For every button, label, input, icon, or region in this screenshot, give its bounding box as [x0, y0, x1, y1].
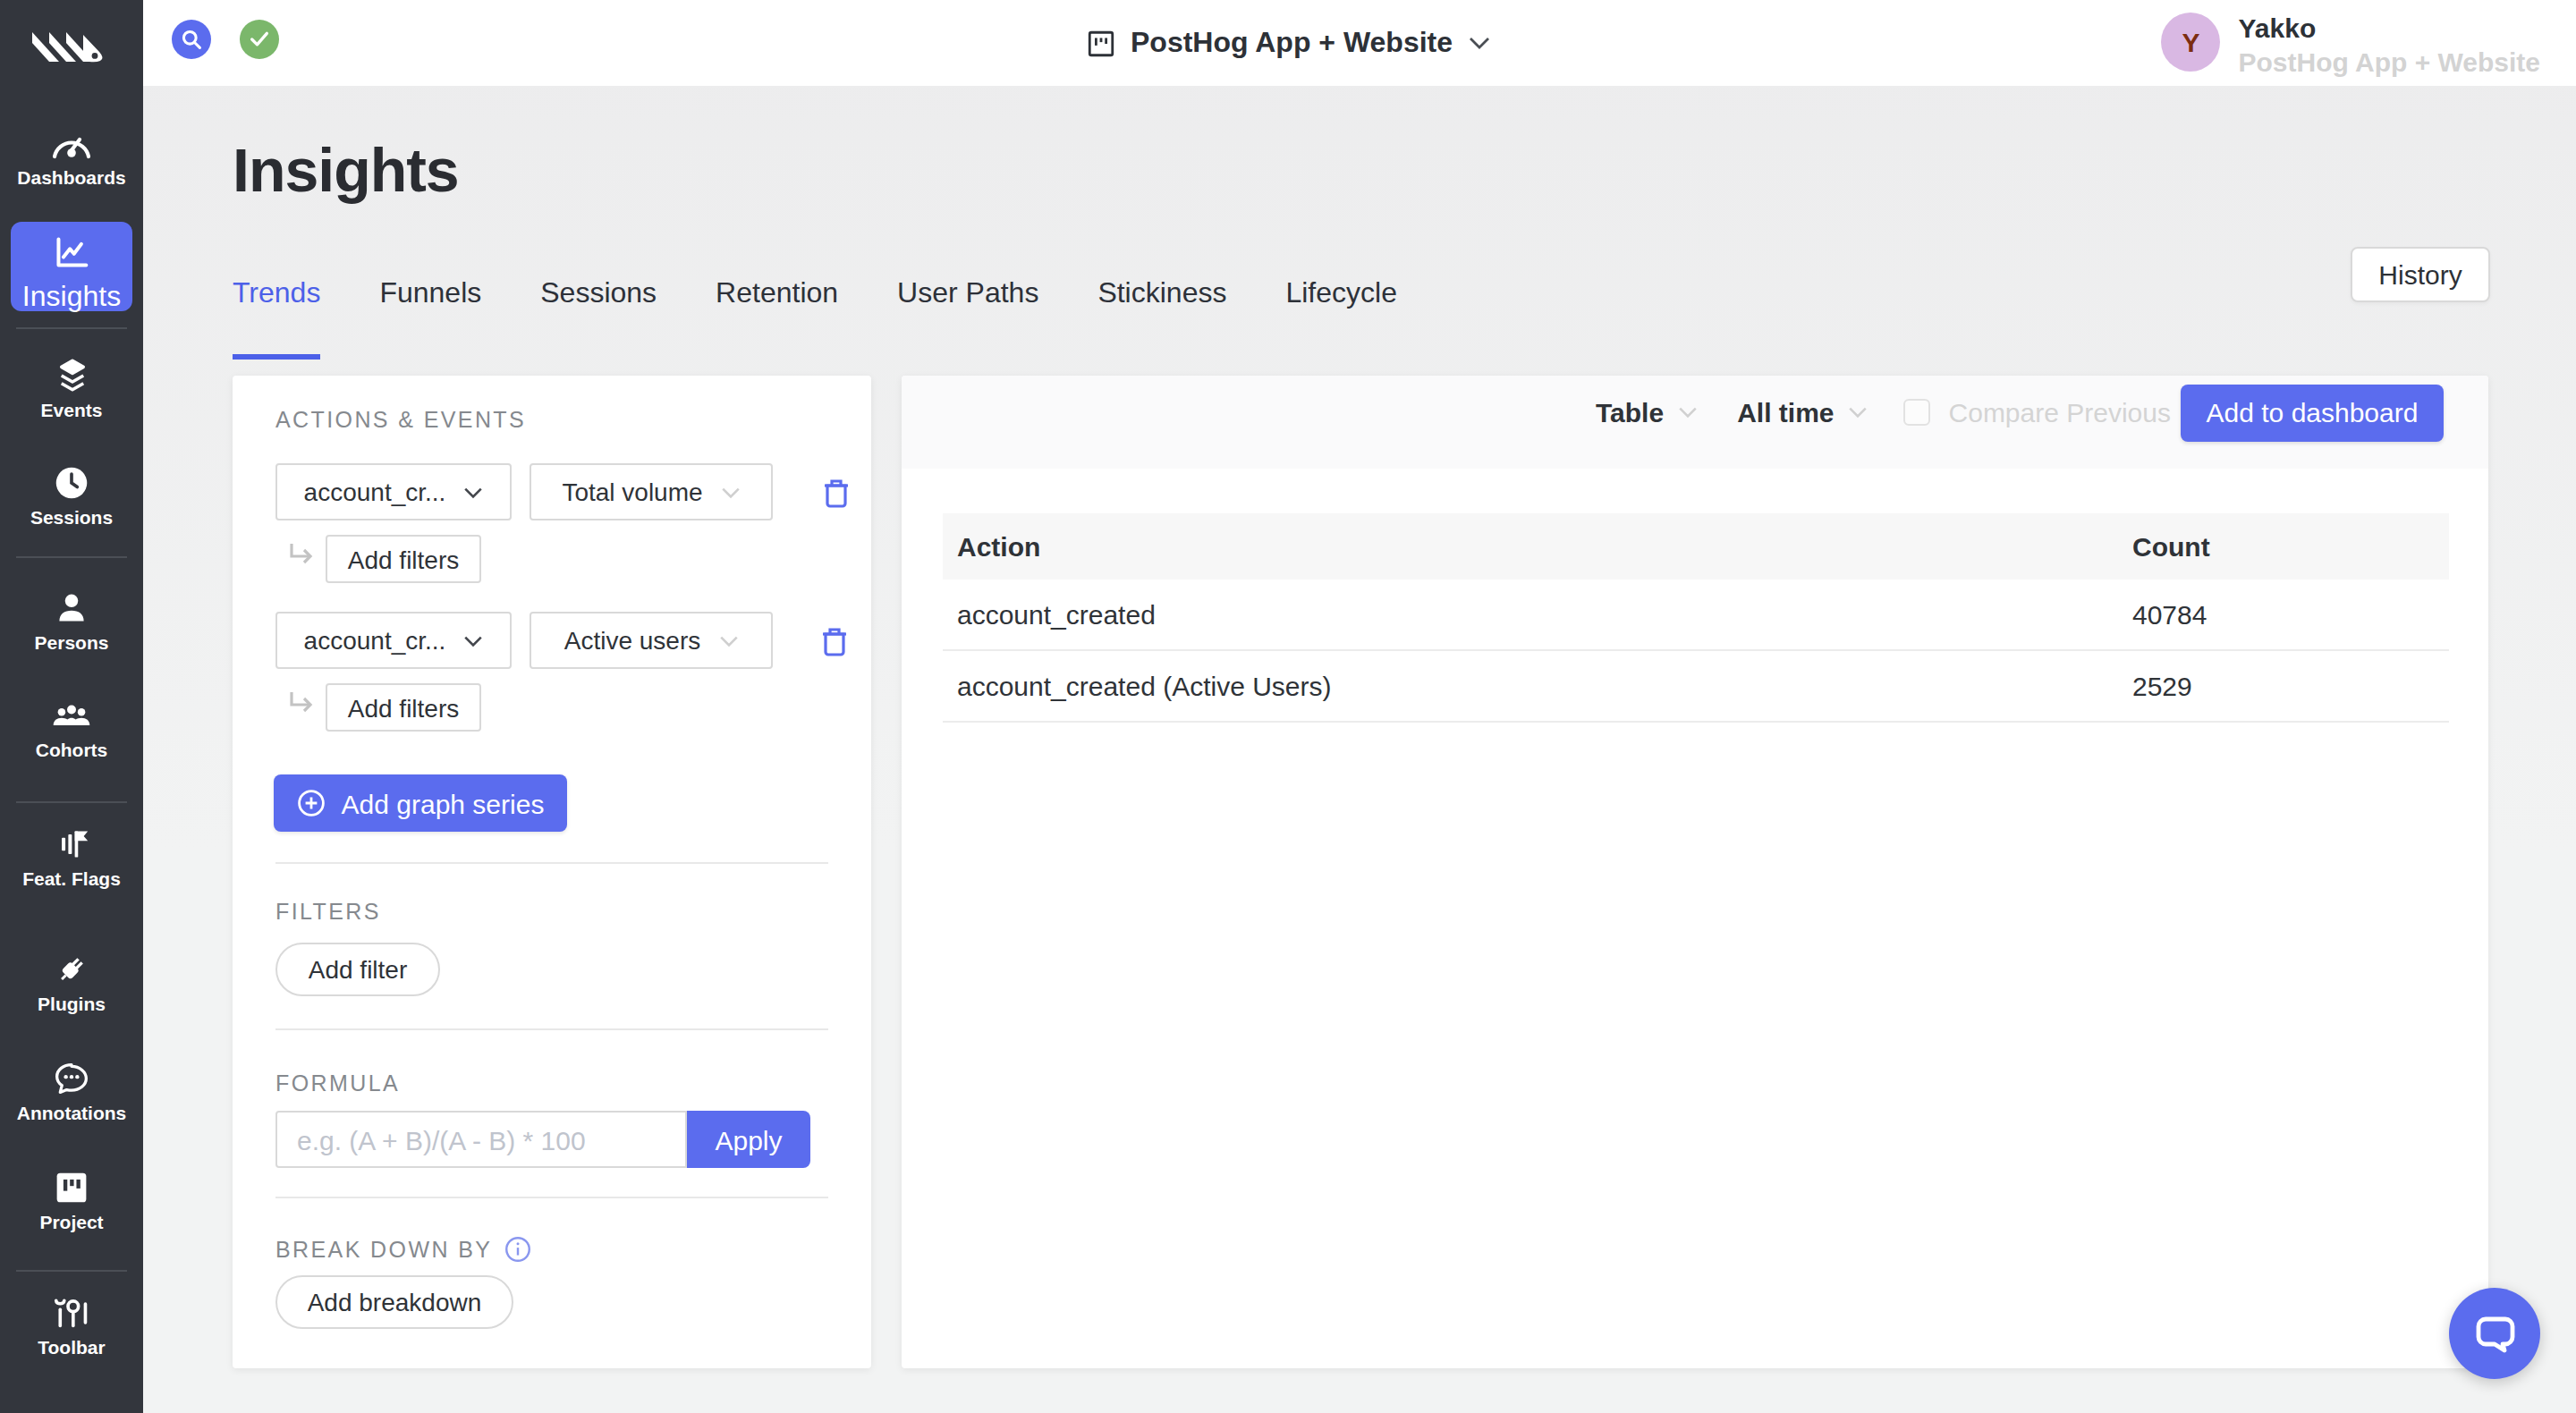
history-button[interactable]: History	[2351, 247, 2490, 302]
line-chart-icon	[11, 234, 132, 277]
project-icon	[0, 1170, 143, 1206]
formula-label: FORMULA	[275, 1071, 400, 1096]
sidebar: Dashboards Insights Events	[0, 0, 143, 1413]
apply-button[interactable]: Apply	[687, 1111, 810, 1168]
chevron-down-icon	[1849, 406, 1868, 419]
column-header-action: Action	[943, 531, 2132, 562]
search-button[interactable]	[172, 20, 211, 59]
chevron-down-icon	[718, 634, 738, 647]
math-select-1[interactable]: Total volume	[530, 463, 773, 520]
table-header-row: Action Count	[943, 513, 2449, 580]
flag-icon	[0, 826, 143, 862]
compare-label: Compare Previous	[1949, 397, 2171, 427]
results-panel: Table All time Compare Previous Add to d…	[902, 376, 2488, 1368]
user-org: PostHog App + Website	[2238, 48, 2540, 77]
event-select-2[interactable]: account_cr...	[275, 612, 512, 669]
results-toolbar: Table All time Compare Previous Add to d…	[902, 376, 2488, 469]
plug-icon	[0, 952, 143, 987]
page-title: Insights	[233, 136, 459, 206]
chat-bubble-icon	[2471, 1312, 2518, 1355]
tab-funnels[interactable]: Funnels	[379, 277, 481, 360]
top-header: PostHog App + Website Y Yakko PostHog Ap…	[143, 0, 2576, 86]
info-icon	[504, 1236, 531, 1263]
app-window: Dashboards Insights Events	[0, 0, 2576, 1413]
project-switcher-label: PostHog App + Website	[1131, 27, 1453, 59]
insight-editor-panel: ACTIONS & EVENTS account_cr... Total vol…	[233, 376, 871, 1368]
speech-bubble-icon	[0, 1061, 143, 1096]
delete-series-1-icon[interactable]	[823, 478, 850, 508]
results-table: Action Count account_created 40784 accou…	[943, 513, 2449, 723]
chat-widget-button[interactable]	[2449, 1288, 2540, 1379]
tab-lifecycle[interactable]: Lifecycle	[1285, 277, 1397, 360]
person-icon	[0, 590, 143, 626]
section-divider	[275, 862, 828, 864]
sidebar-divider	[16, 801, 127, 803]
sidebar-item-dashboards[interactable]: Dashboards	[0, 125, 143, 188]
project-outline-icon	[1088, 30, 1114, 56]
add-filters-button-2[interactable]: Add filters	[326, 683, 481, 732]
sidebar-item-project[interactable]: Project	[0, 1170, 143, 1232]
sidebar-divider	[16, 556, 127, 558]
user-name: Yakko	[2238, 14, 2540, 43]
add-graph-series-button[interactable]: Add graph series	[274, 774, 567, 832]
project-switcher[interactable]: PostHog App + Website	[1088, 0, 1490, 86]
sidebar-item-events[interactable]: Events	[0, 358, 143, 420]
event-select-1[interactable]: account_cr...	[275, 463, 512, 520]
sidebar-item-sessions[interactable]: Sessions	[0, 465, 143, 528]
tools-icon	[0, 1295, 143, 1331]
filters-label: FILTERS	[275, 900, 381, 925]
tab-stickiness[interactable]: Stickiness	[1097, 277, 1226, 360]
sidebar-divider	[16, 327, 127, 329]
sidebar-item-plugins[interactable]: Plugins	[0, 952, 143, 1014]
compare-previous-toggle[interactable]: Compare Previous	[1904, 397, 2171, 427]
table-row: account_created 40784	[943, 580, 2449, 651]
check-icon	[248, 30, 269, 48]
table-row: account_created (Active Users) 2529	[943, 651, 2449, 723]
posthog-logo-icon[interactable]	[27, 27, 109, 73]
sidebar-item-persons[interactable]: Persons	[0, 590, 143, 653]
chevron-down-icon	[463, 634, 483, 647]
chevron-down-icon	[1469, 36, 1490, 50]
breakdown-label: BREAK DOWN BY	[275, 1236, 531, 1263]
tab-trends[interactable]: Trends	[233, 277, 320, 360]
add-filters-button-1[interactable]: Add filters	[326, 535, 481, 583]
people-group-icon	[0, 698, 143, 733]
section-divider	[275, 1028, 828, 1030]
delete-series-2-icon[interactable]	[821, 626, 848, 656]
tab-sessions[interactable]: Sessions	[540, 277, 657, 360]
user-menu[interactable]: Y Yakko PostHog App + Website	[2161, 13, 2540, 77]
nested-arrow-icon	[288, 690, 317, 717]
sidebar-item-annotations[interactable]: Annotations	[0, 1061, 143, 1123]
chevron-down-icon	[1678, 406, 1698, 419]
avatar: Y	[2161, 13, 2220, 72]
compare-checkbox[interactable]	[1904, 399, 1931, 426]
add-filter-button[interactable]: Add filter	[275, 943, 440, 996]
tab-user-paths[interactable]: User Paths	[897, 277, 1038, 360]
nested-arrow-icon	[288, 542, 317, 569]
search-icon	[181, 29, 202, 50]
math-select-2[interactable]: Active users	[530, 612, 773, 669]
date-range-select[interactable]: All time	[1737, 397, 1868, 427]
sidebar-item-feat-flags[interactable]: Feat. Flags	[0, 826, 143, 889]
sidebar-item-toolbar[interactable]: Toolbar	[0, 1295, 143, 1358]
add-to-dashboard-button[interactable]: Add to dashboard	[2181, 384, 2444, 441]
sidebar-item-insights[interactable]: Insights	[11, 222, 132, 311]
add-breakdown-button[interactable]: Add breakdown	[275, 1275, 513, 1329]
actions-events-label: ACTIONS & EVENTS	[275, 408, 526, 433]
clock-icon	[0, 465, 143, 501]
formula-input[interactable]	[275, 1111, 687, 1168]
status-ok-button[interactable]	[239, 20, 278, 59]
layers-icon	[0, 358, 143, 393]
chevron-down-icon	[721, 486, 741, 498]
view-select[interactable]: Table	[1596, 397, 1698, 427]
insight-tabs: Trends Funnels Sessions Retention User P…	[233, 277, 1456, 360]
gauge-icon	[0, 125, 143, 161]
chevron-down-icon	[463, 486, 483, 498]
tab-retention[interactable]: Retention	[716, 277, 838, 360]
column-header-count: Count	[2132, 531, 2449, 562]
plus-circle-icon	[297, 789, 326, 817]
section-divider	[275, 1197, 828, 1198]
sidebar-divider	[16, 1270, 127, 1272]
sidebar-item-cohorts[interactable]: Cohorts	[0, 698, 143, 760]
